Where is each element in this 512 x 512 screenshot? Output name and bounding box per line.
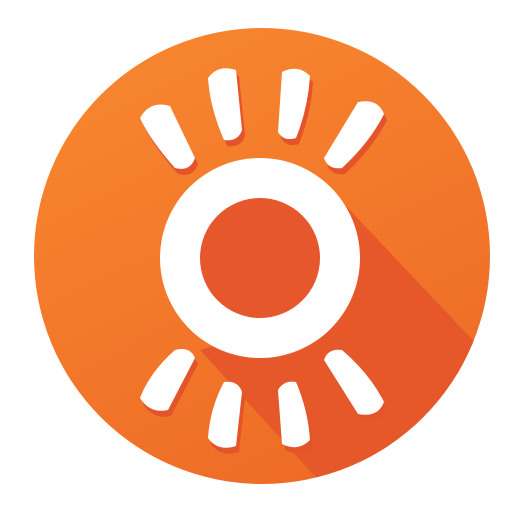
eye-lens-logo-icon [34,28,490,484]
app-icon-canvas [0,0,512,512]
eye-pupil [200,198,320,318]
